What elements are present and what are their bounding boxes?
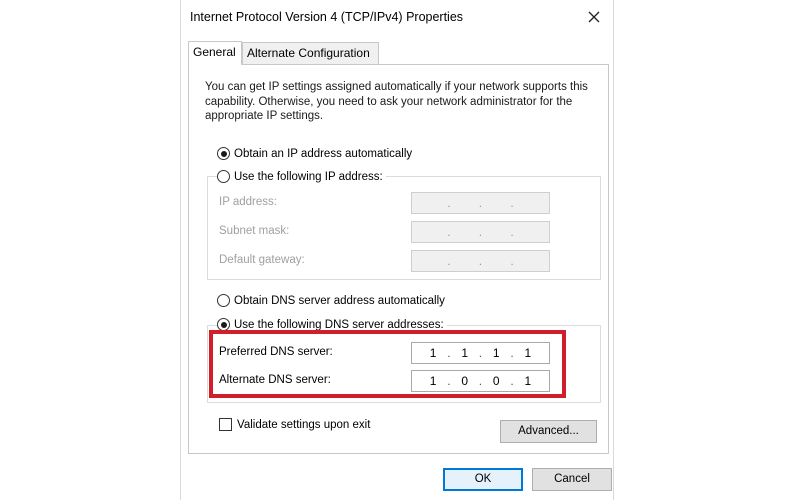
subnet-mask-input[interactable]: . . . bbox=[411, 221, 550, 243]
radio-obtain-dns-auto[interactable]: Obtain DNS server address automatically bbox=[217, 294, 445, 307]
ipv4-properties-dialog: Internet Protocol Version 4 (TCP/IPv4) P… bbox=[180, 0, 614, 500]
default-gateway-label: Default gateway: bbox=[219, 254, 305, 266]
radio-label: Obtain an IP address automatically bbox=[234, 147, 413, 160]
radio-button[interactable] bbox=[217, 294, 230, 307]
ip-address-input[interactable]: . . . bbox=[411, 192, 550, 214]
validate-settings-checkbox-row[interactable]: Validate settings upon exit bbox=[219, 418, 370, 431]
radio-obtain-ip-auto[interactable]: Obtain an IP address automatically bbox=[217, 147, 412, 160]
ok-button[interactable]: OK bbox=[443, 468, 523, 491]
validate-settings-label: Validate settings upon exit bbox=[237, 418, 371, 431]
intro-text: You can get IP settings assigned automat… bbox=[205, 81, 588, 122]
general-panel: You can get IP settings assigned automat… bbox=[188, 64, 609, 454]
title-bar: Internet Protocol Version 4 (TCP/IPv4) P… bbox=[181, 0, 613, 34]
advanced-button[interactable]: Advanced... bbox=[500, 420, 597, 443]
cancel-button[interactable]: Cancel bbox=[532, 468, 612, 491]
subnet-mask-label: Subnet mask: bbox=[219, 225, 290, 237]
radio-label: Obtain DNS server address automatically bbox=[234, 294, 445, 307]
window-title: Internet Protocol Version 4 (TCP/IPv4) P… bbox=[190, 10, 464, 24]
default-gateway-input[interactable]: . . . bbox=[411, 250, 550, 272]
radio-label: Use the following DNS server addresses: bbox=[234, 318, 444, 331]
radio-button[interactable] bbox=[217, 170, 230, 183]
dns-highlight-box bbox=[209, 330, 566, 398]
radio-button-checked[interactable] bbox=[217, 147, 230, 160]
close-icon[interactable] bbox=[583, 6, 605, 28]
tab-general[interactable]: General bbox=[188, 41, 242, 65]
radio-label: Use the following IP address: bbox=[234, 170, 383, 183]
radio-use-following-ip[interactable]: Use the following IP address: bbox=[217, 170, 386, 183]
tab-alternate-configuration[interactable]: Alternate Configuration bbox=[242, 42, 379, 64]
ip-address-label: IP address: bbox=[219, 196, 277, 208]
validate-settings-checkbox[interactable] bbox=[219, 418, 232, 431]
